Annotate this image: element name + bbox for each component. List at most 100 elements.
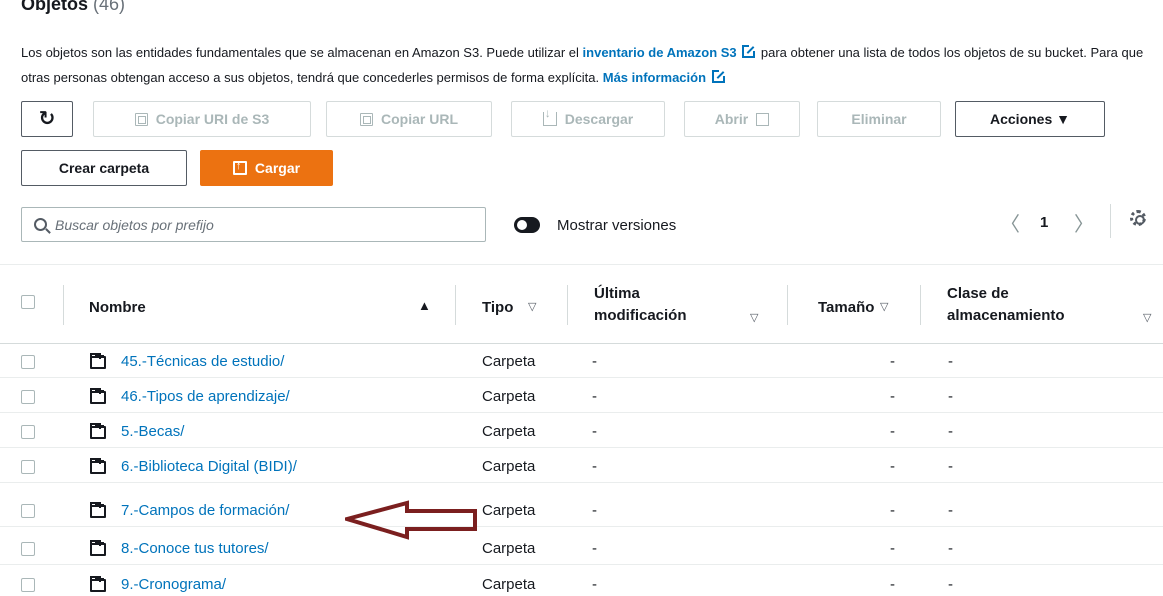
type-cell: Carpeta	[482, 576, 536, 593]
select-all-checkbox[interactable]	[21, 295, 35, 309]
row-checkbox[interactable]	[21, 355, 35, 369]
column-header-name[interactable]: Nombre	[89, 297, 146, 319]
external-link-icon[interactable]	[711, 69, 726, 83]
copy-s3-uri-button[interactable]: Copiar URI de S3	[93, 101, 311, 137]
search-icon	[34, 218, 47, 231]
copy-url-button[interactable]: Copiar URL	[326, 101, 492, 137]
storage-class-cell: -	[948, 502, 953, 519]
folder-name-link[interactable]: 8.-Conoce tus tutores/	[121, 540, 269, 557]
modified-cell: -	[592, 540, 597, 557]
external-link-icon[interactable]	[742, 44, 757, 58]
create-folder-label: Crear carpeta	[58, 160, 150, 176]
folder-name-link[interactable]: 46.-Tipos de aprendizaje/	[121, 388, 290, 405]
folder-icon	[90, 502, 106, 518]
type-cell: Carpeta	[482, 423, 536, 440]
table-row[interactable]: 8.-Conoce tus tutores/ Carpeta - - -	[0, 535, 1163, 565]
sort-icon[interactable]: ▽	[750, 311, 758, 324]
row-checkbox[interactable]	[21, 460, 35, 474]
row-checkbox[interactable]	[21, 542, 35, 556]
download-button[interactable]: Descargar	[511, 101, 665, 137]
folder-name-link[interactable]: 9.-Cronograma/	[121, 576, 226, 593]
column-header-modified[interactable]: Última modificación	[594, 283, 687, 327]
versions-toggle[interactable]	[514, 217, 540, 233]
size-cell: -	[890, 423, 895, 440]
table-row[interactable]: 5.-Becas/ Carpeta - - -	[0, 418, 1163, 448]
more-info-link[interactable]: Más información	[603, 70, 706, 85]
column-header-modified-line1: Última	[594, 285, 640, 302]
folder-icon	[90, 423, 106, 439]
delete-button[interactable]: Eliminar	[817, 101, 941, 137]
folder-name-link[interactable]: 5.-Becas/	[121, 423, 184, 440]
type-cell: Carpeta	[482, 353, 536, 370]
column-header-class-line1: Clase de	[947, 285, 1009, 302]
row-checkbox[interactable]	[21, 390, 35, 404]
upload-icon	[232, 160, 247, 175]
modified-cell: -	[592, 423, 597, 440]
size-cell: -	[890, 353, 895, 370]
sort-icon[interactable]: ▽	[1143, 311, 1151, 324]
table-row[interactable]: 6.-Biblioteca Digital (BIDI)/ Carpeta - …	[0, 453, 1163, 483]
pagination-divider	[1110, 204, 1111, 238]
type-cell: Carpeta	[482, 540, 536, 557]
column-divider	[920, 285, 921, 325]
column-header-type[interactable]: Tipo	[482, 297, 513, 319]
size-cell: -	[890, 502, 895, 519]
refresh-button[interactable]: ↻	[21, 101, 73, 137]
row-checkbox[interactable]	[21, 504, 35, 518]
column-divider	[455, 285, 456, 325]
search-box[interactable]	[21, 207, 486, 242]
column-header-storage-class[interactable]: Clase de almacenamiento	[947, 283, 1065, 327]
storage-class-cell: -	[948, 388, 953, 405]
column-divider	[787, 285, 788, 325]
folder-icon	[90, 388, 106, 404]
table-row[interactable]: 7.-Campos de formación/ Carpeta - - -	[0, 497, 1163, 527]
modified-cell: -	[592, 353, 597, 370]
actions-dropdown[interactable]: Acciones ▼	[955, 101, 1105, 137]
delete-label: Eliminar	[851, 111, 907, 127]
row-checkbox[interactable]	[21, 578, 35, 592]
copy-icon	[360, 112, 373, 126]
table-row[interactable]: 46.-Tipos de aprendizaje/ Carpeta - - -	[0, 383, 1163, 413]
sort-icon[interactable]: ▽	[880, 300, 888, 313]
folder-icon	[90, 458, 106, 474]
storage-class-cell: -	[948, 353, 953, 370]
upload-label: Cargar	[254, 160, 301, 176]
folder-name-link[interactable]: 7.-Campos de formación/	[121, 502, 289, 519]
inventory-link[interactable]: inventario de Amazon S3	[583, 45, 737, 60]
sort-ascending-icon[interactable]: ▲	[418, 298, 431, 313]
row-checkbox[interactable]	[21, 425, 35, 439]
description: Los objetos son las entidades fundamenta…	[21, 40, 1146, 90]
column-header-size[interactable]: Tamaño	[818, 297, 874, 319]
object-count: (46)	[93, 0, 126, 14]
copy-url-label: Copiar URL	[381, 111, 458, 127]
current-page-number[interactable]: 1	[1040, 207, 1048, 237]
folder-icon	[90, 540, 106, 556]
storage-class-cell: -	[948, 423, 953, 440]
storage-class-cell: -	[948, 540, 953, 557]
folder-icon	[90, 353, 106, 369]
previous-page-button[interactable]: 〈	[1000, 207, 1020, 237]
next-page-button[interactable]: 〉	[1074, 207, 1094, 237]
upload-button[interactable]: Cargar	[200, 150, 333, 186]
type-cell: Carpeta	[482, 388, 536, 405]
gear-icon[interactable]	[1130, 210, 1146, 226]
create-folder-button[interactable]: Crear carpeta	[21, 150, 187, 186]
size-cell: -	[890, 458, 895, 475]
type-cell: Carpeta	[482, 502, 536, 519]
modified-cell: -	[592, 576, 597, 593]
external-link-icon	[756, 112, 770, 126]
search-input[interactable]	[55, 216, 455, 233]
type-cell: Carpeta	[482, 458, 536, 475]
size-cell: -	[890, 540, 895, 557]
table-row[interactable]: 9.-Cronograma/ Carpeta - - -	[0, 571, 1163, 596]
table-row[interactable]: 45.-Técnicas de estudio/ Carpeta - - -	[0, 348, 1163, 378]
title-text: Objetos	[21, 0, 89, 14]
folder-name-link[interactable]: 45.-Técnicas de estudio/	[121, 353, 284, 370]
sort-icon[interactable]: ▽	[528, 300, 536, 313]
folder-name-link[interactable]: 6.-Biblioteca Digital (BIDI)/	[121, 458, 297, 475]
versions-toggle-label: Mostrar versiones	[557, 217, 677, 234]
copy-s3-uri-label: Copiar URI de S3	[155, 111, 270, 127]
open-button[interactable]: Abrir	[684, 101, 800, 137]
column-divider	[567, 285, 568, 325]
storage-class-cell: -	[948, 458, 953, 475]
